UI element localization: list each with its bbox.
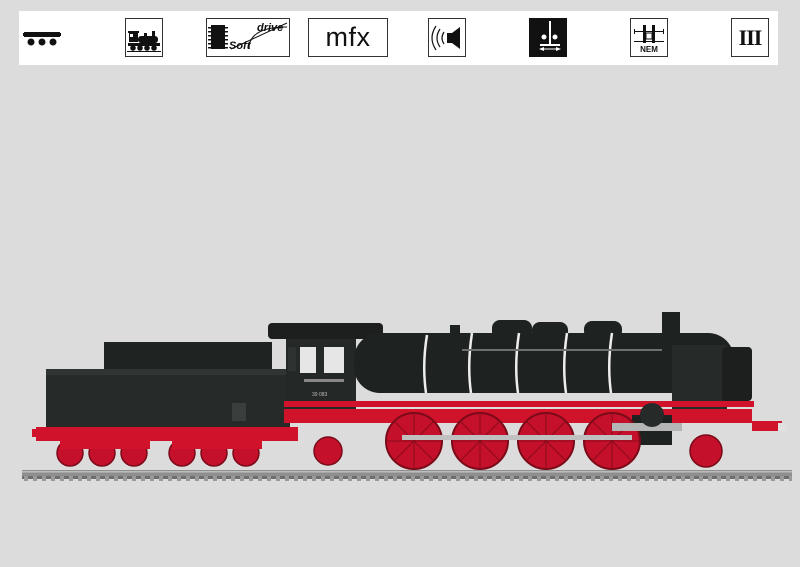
- nem-coupler-pocket-icon: NEM: [630, 18, 668, 57]
- mfx-decoder-icon: mfx: [308, 18, 388, 57]
- digital-coupler-icon: [529, 18, 567, 57]
- nem-label: NEM: [640, 45, 658, 54]
- soft-label: Soft: [229, 40, 251, 52]
- era-icon: III: [731, 18, 769, 57]
- coach-length-icon: [22, 18, 62, 57]
- locomotive-image: 39 083: [22, 305, 793, 505]
- soft-drive-icon: Soft drive: [206, 18, 290, 57]
- locomotive-number: 39 083: [312, 392, 328, 398]
- track: [22, 470, 793, 481]
- running-gear: [284, 401, 786, 470]
- steam-locomotive-icon: [125, 18, 163, 57]
- feature-icon-bar: Soft drive mfx NEM III: [19, 11, 778, 65]
- drive-label: drive: [257, 22, 284, 34]
- boiler: [354, 312, 752, 409]
- era-label: III: [738, 24, 763, 50]
- sound-icon: [428, 18, 466, 57]
- mfx-label: mfx: [325, 22, 371, 52]
- tender: [32, 342, 298, 467]
